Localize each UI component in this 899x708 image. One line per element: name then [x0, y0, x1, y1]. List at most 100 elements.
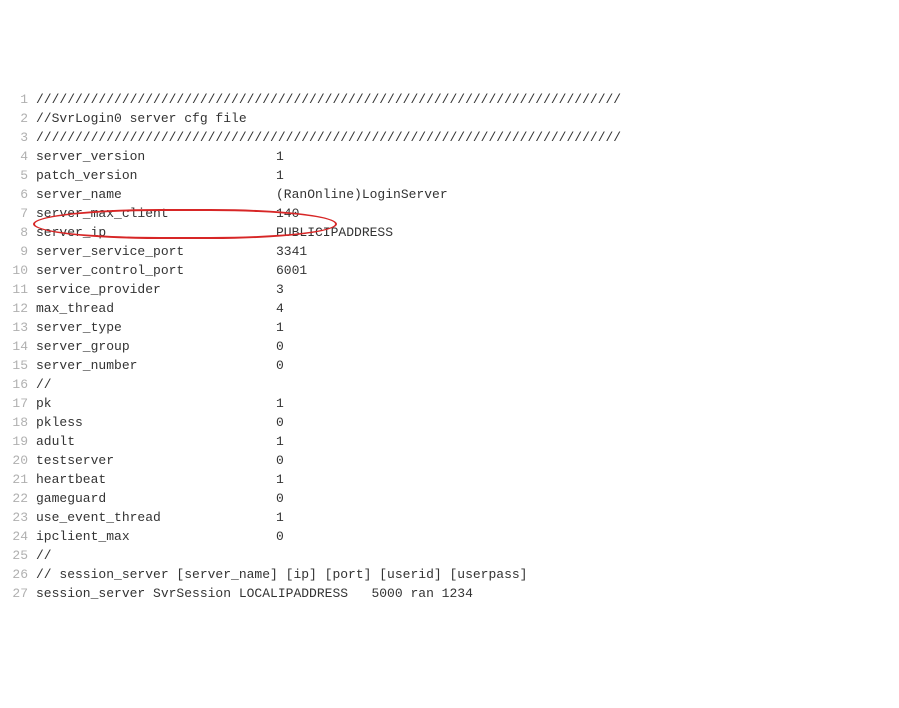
- line-number: 3: [0, 128, 36, 147]
- line-number: 11: [0, 280, 36, 299]
- code-line: 2//SvrLogin0 server cfg file: [0, 109, 899, 128]
- line-content: patch_version1: [36, 166, 899, 185]
- code-line: 13server_type1: [0, 318, 899, 337]
- line-number: 18: [0, 413, 36, 432]
- line-number: 26: [0, 565, 36, 584]
- config-value: 0: [276, 529, 284, 544]
- config-value: (RanOnline)LoginServer: [276, 187, 448, 202]
- line-number: 25: [0, 546, 36, 565]
- code-line: 18pkless0: [0, 413, 899, 432]
- code-line: 19adult1: [0, 432, 899, 451]
- code-line: 16//: [0, 375, 899, 394]
- config-value: 1: [276, 434, 284, 449]
- line-content: service_provider3: [36, 280, 899, 299]
- line-content: session_server SvrSession LOCALIPADDRESS…: [36, 584, 899, 603]
- line-number: 19: [0, 432, 36, 451]
- line-content: testserver0: [36, 451, 899, 470]
- config-value: 1: [276, 472, 284, 487]
- config-key: server_name: [36, 185, 276, 204]
- code-line: 7server_max_client140: [0, 204, 899, 223]
- config-key: pkless: [36, 413, 276, 432]
- code-editor: 1///////////////////////////////////////…: [0, 90, 899, 603]
- config-value: 1: [276, 396, 284, 411]
- config-value: 0: [276, 491, 284, 506]
- code-line: 8server_ipPUBLICIPADDRESS: [0, 223, 899, 242]
- code-line: 22gameguard0: [0, 489, 899, 508]
- line-number: 14: [0, 337, 36, 356]
- code-line: 15server_number0: [0, 356, 899, 375]
- config-key: heartbeat: [36, 470, 276, 489]
- line-content: //: [36, 375, 899, 394]
- line-content: server_service_port3341: [36, 242, 899, 261]
- line-content: server_version1: [36, 147, 899, 166]
- code-line: 20testserver0: [0, 451, 899, 470]
- config-value: 4: [276, 301, 284, 316]
- line-content: //SvrLogin0 server cfg file: [36, 109, 899, 128]
- code-line: 3///////////////////////////////////////…: [0, 128, 899, 147]
- code-line: 11service_provider3: [0, 280, 899, 299]
- line-number: 2: [0, 109, 36, 128]
- config-key: adult: [36, 432, 276, 451]
- line-number: 7: [0, 204, 36, 223]
- config-value: 0: [276, 415, 284, 430]
- config-key: server_version: [36, 147, 276, 166]
- code-line: 6server_name(RanOnline)LoginServer: [0, 185, 899, 204]
- line-content: ipclient_max0: [36, 527, 899, 546]
- config-value: 0: [276, 339, 284, 354]
- line-number: 16: [0, 375, 36, 394]
- line-content: server_max_client140: [36, 204, 899, 223]
- line-content: heartbeat1: [36, 470, 899, 489]
- line-content: server_type1: [36, 318, 899, 337]
- line-number: 24: [0, 527, 36, 546]
- code-line: 4server_version1: [0, 147, 899, 166]
- config-value: 3: [276, 282, 284, 297]
- line-number: 5: [0, 166, 36, 185]
- line-number: 21: [0, 470, 36, 489]
- config-key: server_service_port: [36, 242, 276, 261]
- code-line: 21heartbeat1: [0, 470, 899, 489]
- line-content: pk1: [36, 394, 899, 413]
- line-number: 15: [0, 356, 36, 375]
- config-value: PUBLICIPADDRESS: [276, 225, 393, 240]
- config-key: server_control_port: [36, 261, 276, 280]
- config-value: 140: [276, 206, 299, 221]
- line-number: 20: [0, 451, 36, 470]
- code-line: 24ipclient_max0: [0, 527, 899, 546]
- line-number: 13: [0, 318, 36, 337]
- line-content: server_name(RanOnline)LoginServer: [36, 185, 899, 204]
- line-content: pkless0: [36, 413, 899, 432]
- config-key: server_ip: [36, 223, 276, 242]
- config-key: patch_version: [36, 166, 276, 185]
- line-content: server_number0: [36, 356, 899, 375]
- line-content: server_group0: [36, 337, 899, 356]
- config-key: gameguard: [36, 489, 276, 508]
- config-key: server_number: [36, 356, 276, 375]
- config-key: ipclient_max: [36, 527, 276, 546]
- line-content: gameguard0: [36, 489, 899, 508]
- line-number: 1: [0, 90, 36, 109]
- config-value: 1: [276, 149, 284, 164]
- code-line: 1///////////////////////////////////////…: [0, 90, 899, 109]
- line-content: server_ipPUBLICIPADDRESS: [36, 223, 899, 242]
- config-value: 0: [276, 453, 284, 468]
- config-value: 6001: [276, 263, 307, 278]
- line-content: ////////////////////////////////////////…: [36, 90, 899, 109]
- config-key: testserver: [36, 451, 276, 470]
- config-key: server_max_client: [36, 204, 276, 223]
- code-line: 25//: [0, 546, 899, 565]
- line-content: // session_server [server_name] [ip] [po…: [36, 565, 899, 584]
- line-number: 9: [0, 242, 36, 261]
- line-content: max_thread4: [36, 299, 899, 318]
- line-number: 4: [0, 147, 36, 166]
- code-line: 27session_server SvrSession LOCALIPADDRE…: [0, 584, 899, 603]
- line-number: 12: [0, 299, 36, 318]
- config-key: server_group: [36, 337, 276, 356]
- config-value: 3341: [276, 244, 307, 259]
- line-content: ////////////////////////////////////////…: [36, 128, 899, 147]
- line-content: server_control_port6001: [36, 261, 899, 280]
- config-value: 0: [276, 358, 284, 373]
- code-line: 5patch_version1: [0, 166, 899, 185]
- config-key: pk: [36, 394, 276, 413]
- config-key: max_thread: [36, 299, 276, 318]
- line-number: 6: [0, 185, 36, 204]
